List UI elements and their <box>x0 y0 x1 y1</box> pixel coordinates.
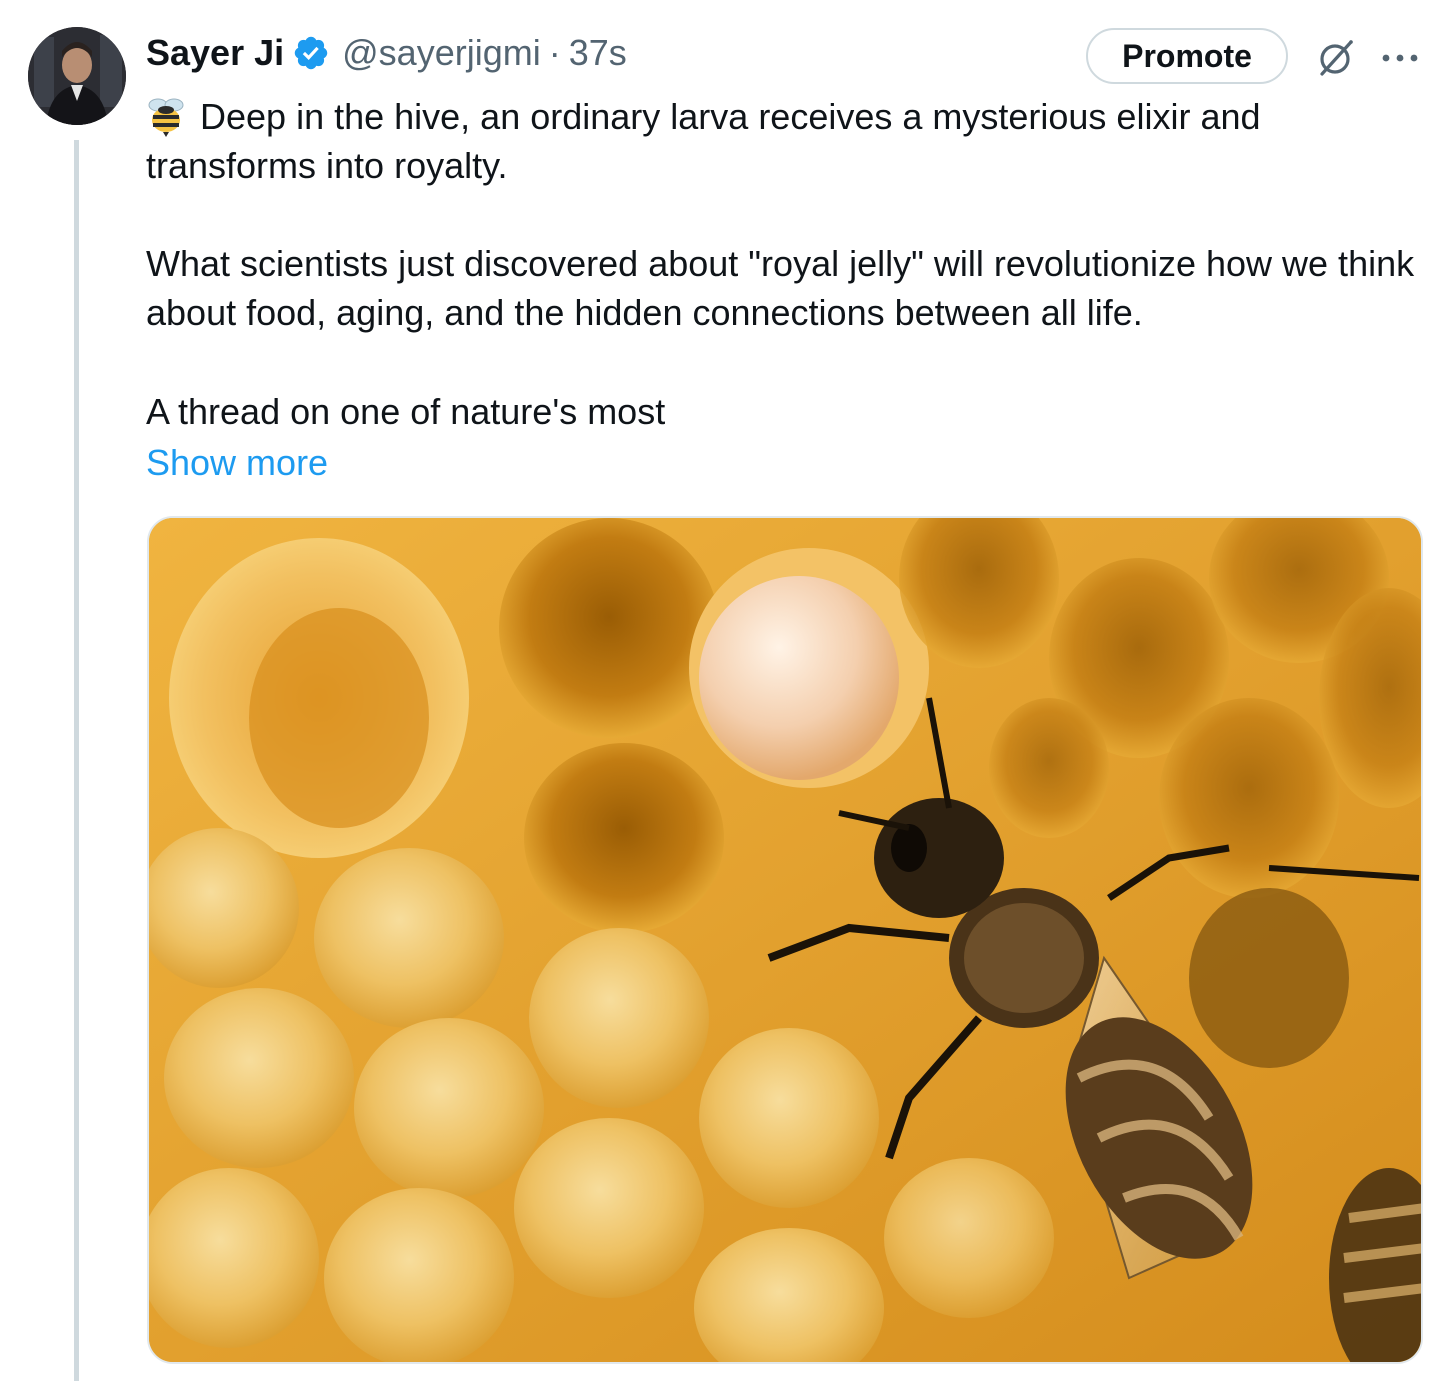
author-name[interactable]: Sayer Ji <box>146 32 284 74</box>
tweet-text: Deep in the hive, an ordinary larva rece… <box>146 92 1436 432</box>
tweet-card[interactable]: Sayer Ji @sayerjigmi · 37s Promote Deep … <box>0 0 1456 1381</box>
tweet-media-image[interactable] <box>147 516 1423 1364</box>
author-avatar[interactable] <box>28 27 126 125</box>
author-handle[interactable]: @sayerjigmi <box>342 32 541 74</box>
verified-badge-icon[interactable] <box>292 34 330 72</box>
promote-button[interactable]: Promote <box>1086 28 1288 84</box>
more-options-icon[interactable] <box>1378 40 1422 76</box>
meta-separator: · <box>548 32 561 73</box>
show-more-link[interactable]: Show more <box>146 438 328 487</box>
bee-emoji-icon <box>148 98 184 137</box>
tweet-paragraph-1: Deep in the hive, an ordinary larva rece… <box>146 92 1436 190</box>
thread-line <box>74 140 79 1381</box>
honeycomb-bee-photo-icon <box>149 518 1421 1362</box>
grok-icon[interactable] <box>1314 36 1358 80</box>
tweet-header: Sayer Ji @sayerjigmi · 37s <box>146 26 627 80</box>
avatar-photo-icon <box>28 27 126 125</box>
tweet-paragraph-3: A thread on one of nature's most <box>146 391 666 432</box>
tweet-line-1: Deep in the hive, an ordinary larva rece… <box>146 96 1261 186</box>
tweet-timestamp[interactable]: 37s <box>569 32 627 74</box>
tweet-paragraph-2: What scientists just discovered about "r… <box>146 243 1415 333</box>
